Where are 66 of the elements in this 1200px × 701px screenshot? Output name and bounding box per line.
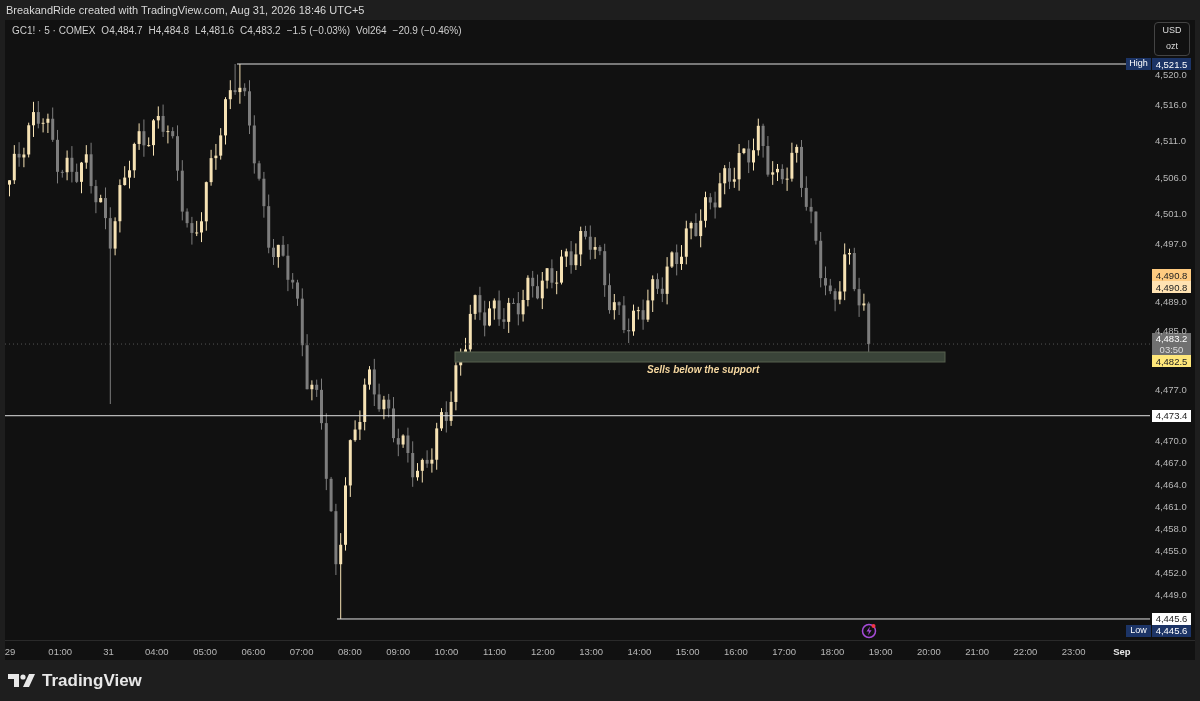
unit-box[interactable]: USD ozt bbox=[1154, 22, 1190, 56]
price-tick: 4,516.0 bbox=[1155, 98, 1187, 110]
price-tick: 4,455.0 bbox=[1155, 544, 1187, 556]
price-label: 4,490.8 bbox=[1152, 269, 1191, 282]
time-tick: 29 bbox=[5, 645, 16, 659]
price-tick: 4,520.0 bbox=[1155, 69, 1187, 81]
price-tick: 4,489.0 bbox=[1155, 296, 1187, 308]
time-tick: Sep bbox=[1113, 645, 1131, 659]
price-tick: 4,464.0 bbox=[1155, 478, 1187, 490]
price-label: 4,482.5 bbox=[1152, 355, 1191, 368]
time-tick: 31 bbox=[103, 645, 114, 659]
time-tick: 11:00 bbox=[483, 645, 507, 659]
legend-change: −1.5 (−0.03%) bbox=[286, 24, 350, 38]
time-tick: 20:00 bbox=[917, 645, 941, 659]
legend-symbol: GC1! · 5 · COMEX bbox=[12, 24, 96, 38]
lightning-icon[interactable] bbox=[861, 623, 877, 639]
legend-low: L4,481.6 bbox=[195, 24, 235, 38]
horizontal-line[interactable] bbox=[5, 415, 1151, 417]
price-caption: High bbox=[1126, 58, 1151, 70]
time-tick: 23:00 bbox=[1061, 645, 1086, 659]
price-tick: 4,497.0 bbox=[1155, 237, 1187, 249]
time-tick: 06:00 bbox=[241, 645, 266, 659]
price-label: 4,521.5 bbox=[1152, 58, 1191, 70]
chart-credit: BreakandRide created with TradingView.com, Aug 31, 2026 18:46 UTC+5 bbox=[6, 2, 365, 18]
price-tick: 4,477.0 bbox=[1155, 383, 1187, 395]
currency-label: USD bbox=[1162, 24, 1182, 38]
price-tick: 4,470.0 bbox=[1155, 435, 1187, 447]
price-label: 4,445.6 bbox=[1152, 612, 1191, 625]
logo-icon bbox=[8, 673, 36, 688]
legend-volume-change: −20.9 (−0.46%) bbox=[392, 24, 462, 38]
time-tick: 04:00 bbox=[144, 645, 169, 659]
price-tick: 4,452.0 bbox=[1155, 566, 1187, 578]
legend-open: O4,484.7 bbox=[101, 24, 143, 38]
time-tick: 19:00 bbox=[868, 645, 893, 659]
price-tick: 4,467.0 bbox=[1155, 457, 1187, 468]
time-tick: 13:00 bbox=[579, 645, 603, 659]
price-caption: Low bbox=[1126, 624, 1151, 637]
legend-close: C4,483.2 bbox=[240, 24, 281, 38]
price-tick: 4,458.0 bbox=[1155, 522, 1187, 534]
time-tick: 16:00 bbox=[724, 645, 748, 659]
price-tick: 4,449.0 bbox=[1155, 588, 1187, 600]
time-tick: 22:00 bbox=[1013, 645, 1038, 659]
legend-high: H4,484.8 bbox=[148, 24, 190, 38]
legend-volume: Vol264 bbox=[356, 24, 387, 38]
annotation-text: Sells below the support bbox=[647, 363, 760, 377]
price-label: 4,483.2 03:50 bbox=[1152, 333, 1191, 356]
price-tick: 4,501.0 bbox=[1155, 208, 1187, 220]
time-tick: 08:00 bbox=[337, 645, 362, 659]
time-tick: 18:00 bbox=[820, 645, 845, 659]
time-tick: 09:00 bbox=[386, 645, 410, 659]
time-tick: 15:00 bbox=[675, 645, 700, 659]
time-tick: 10:00 bbox=[434, 645, 459, 659]
unit-label: ozt bbox=[1166, 40, 1178, 54]
time-tick: 12:00 bbox=[530, 645, 555, 659]
time-tick: 07:00 bbox=[289, 645, 314, 659]
price-tick: 4,461.0 bbox=[1155, 500, 1187, 512]
brand-name: TradingView bbox=[42, 669, 142, 692]
time-tick: 17:00 bbox=[772, 645, 797, 659]
time-tick: 01:00 bbox=[48, 645, 73, 659]
price-tick: 4,511.0 bbox=[1155, 135, 1186, 147]
time-tick: 05:00 bbox=[193, 645, 217, 659]
time-tick: 21:00 bbox=[965, 645, 990, 659]
price-label: 4,490.8 bbox=[1152, 281, 1191, 294]
price-tick: 4,506.0 bbox=[1155, 171, 1187, 183]
price-label: 4,473.4 bbox=[1152, 409, 1191, 422]
time-tick: 14:00 bbox=[627, 645, 652, 659]
